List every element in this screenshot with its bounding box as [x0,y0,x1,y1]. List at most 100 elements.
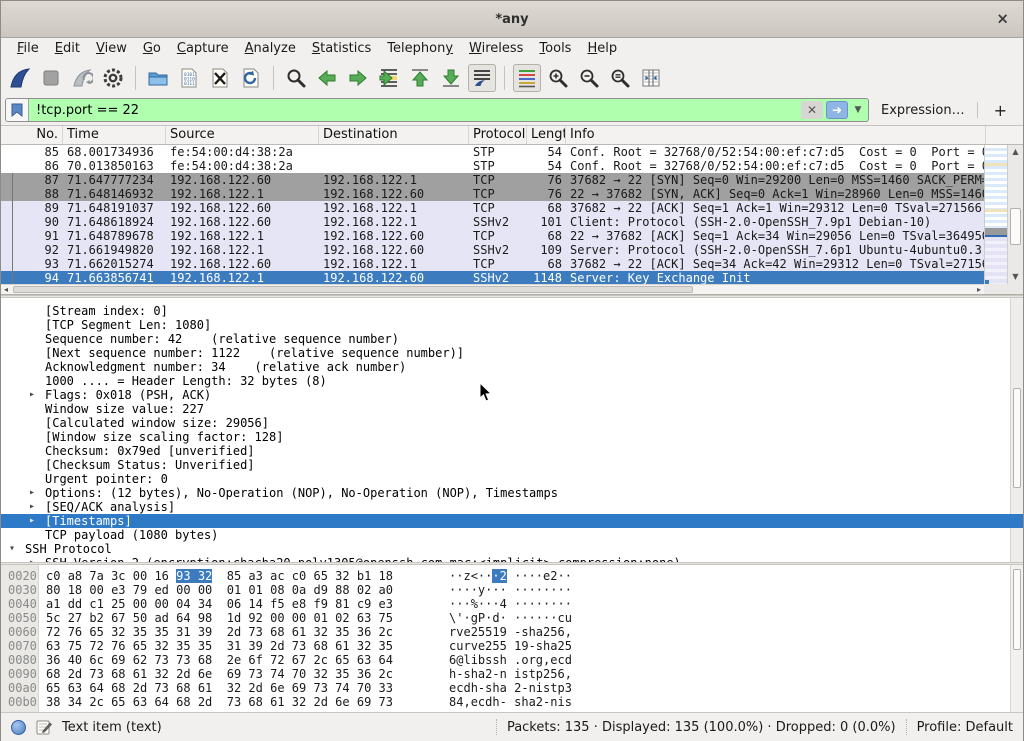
resize-columns-button[interactable] [637,64,665,92]
go-to-packet-button[interactable] [375,64,403,92]
auto-scroll-button[interactable] [468,64,496,92]
detail-line[interactable]: Sequence number: 42 (relative sequence n… [1,332,1023,346]
capture-comment-icon[interactable] [36,719,52,735]
scroll-down-icon[interactable]: ▼ [1008,271,1023,283]
profile-text[interactable]: Profile: Default [917,720,1013,735]
detail-line[interactable]: ▸Flags: 0x018 (PSH, ACK) [1,388,1023,402]
scroll-up-icon[interactable]: ▲ [1008,146,1023,158]
column-header-length[interactable]: Length [527,126,566,144]
packet-row-90[interactable]: 9071.648618924192.168.122.60192.168.122.… [1,215,1023,229]
expand-icon[interactable]: ▸ [29,556,35,562]
hex-row-0040[interactable]: 0040a1 dd c1 25 00 00 04 34 06 14 f5 e8 … [1,597,1023,611]
expand-icon[interactable]: ▸ [29,514,35,528]
add-filter-button[interactable]: + [986,101,1017,120]
filter-clear-button[interactable]: ✕ [801,101,823,119]
hex-vertical-scrollbar[interactable] [1010,565,1023,712]
packet-row-89[interactable]: 8971.648191037192.168.122.60192.168.122.… [1,201,1023,215]
packet-row-88[interactable]: 8871.648146932192.168.122.1192.168.122.6… [1,187,1023,201]
go-forward-button[interactable] [344,64,372,92]
detail-line[interactable]: [Checksum Status: Unverified] [1,458,1023,472]
reload-file-button[interactable] [237,64,265,92]
scroll-left-icon[interactable]: ◂ [1,285,11,294]
menu-go[interactable]: Go [135,39,169,58]
colorize-button[interactable] [513,64,541,92]
menu-telephony[interactable]: Telephony [379,39,461,58]
zoom-out-button[interactable] [575,64,603,92]
filter-bookmark-button[interactable] [6,99,29,121]
hex-row-0090[interactable]: 009068 2d 73 68 61 32 2d 6e 69 73 74 70 … [1,667,1023,681]
packet-row-94[interactable]: 9471.663856741192.168.122.1192.168.122.6… [1,271,1023,285]
packet-list-vertical-scrollbar[interactable]: ▲ ▼ [1007,145,1023,284]
display-filter-input[interactable]: !tcp.port == 22 ✕ ➜ ▼ [5,98,869,122]
menu-file[interactable]: File [9,39,47,58]
menu-edit[interactable]: Edit [47,39,88,58]
scrollbar-thumb[interactable] [1010,208,1021,246]
close-window-icon[interactable]: × [996,12,1009,27]
collapse-icon[interactable]: ▾ [9,542,15,556]
column-header-info[interactable]: Info [566,126,986,144]
menu-statistics[interactable]: Statistics [304,39,379,58]
menu-analyze[interactable]: Analyze [237,39,304,58]
expression-button[interactable]: Expression… [877,103,969,118]
detail-line[interactable]: [Calculated window size: 29056] [1,416,1023,430]
filter-text[interactable]: !tcp.port == 22 [29,103,801,118]
hex-row-0070[interactable]: 007063 75 72 76 65 32 35 35 31 39 2d 73 … [1,639,1023,653]
detail-line[interactable]: [Window size scaling factor: 128] [1,430,1023,444]
menu-tools[interactable]: Tools [531,39,579,58]
go-first-button[interactable] [406,64,434,92]
restart-capture-button[interactable] [68,64,96,92]
menu-wireless[interactable]: Wireless [461,39,531,58]
packet-row-87[interactable]: 8771.647777234192.168.122.60192.168.122.… [1,173,1023,187]
scrollbar-thumb[interactable] [1013,569,1021,650]
packet-list-horizontal-scrollbar[interactable]: ◂ ▸ [1,284,984,294]
expand-icon[interactable]: ▸ [29,388,35,402]
zoom-reset-button[interactable] [606,64,634,92]
detail-line[interactable]: [Stream index: 0] [1,304,1023,318]
packet-row-91[interactable]: 9171.648789678192.168.122.1192.168.122.6… [1,229,1023,243]
column-header-no[interactable]: No. [1,126,63,144]
open-file-button[interactable] [144,64,172,92]
go-last-button[interactable] [437,64,465,92]
hex-row-00b0[interactable]: 00b038 34 2c 65 63 64 68 2d 73 68 61 32 … [1,695,1023,709]
capture-options-button[interactable] [99,64,127,92]
detail-line[interactable]: ▸SSH Version 2 (encryption:chacha20-poly… [1,556,1023,562]
detail-line[interactable]: Urgent pointer: 0 [1,472,1023,486]
column-header-time[interactable]: Time [63,126,166,144]
expand-icon[interactable]: ▸ [29,486,35,500]
packet-list-minimap[interactable] [984,145,1007,284]
hex-row-0060[interactable]: 006072 76 65 32 35 35 31 39 2d 73 68 61 … [1,625,1023,639]
hex-row-00a0[interactable]: 00a065 63 64 68 2d 73 68 61 32 2d 6e 69 … [1,681,1023,695]
stop-capture-button[interactable] [37,64,65,92]
packet-row-85[interactable]: 8568.001734936fe:54:00:d4:38:2aSTP54Conf… [1,145,1023,159]
filter-apply-button[interactable]: ➜ [826,101,848,119]
detail-line[interactable]: ▸Options: (12 bytes), No-Operation (NOP)… [1,486,1023,500]
detail-line[interactable]: ▸[Timestamps] [1,514,1023,528]
expert-info-icon[interactable] [11,720,26,735]
detail-line[interactable]: [TCP Segment Len: 1080] [1,318,1023,332]
hex-row-0030[interactable]: 003080 18 00 e3 79 ed 00 00 01 01 08 0a … [1,583,1023,597]
go-back-button[interactable] [313,64,341,92]
hex-row-0050[interactable]: 00505c 27 b2 67 50 ad 64 98 1d 92 00 00 … [1,611,1023,625]
packet-row-93[interactable]: 9371.662015274192.168.122.60192.168.122.… [1,257,1023,271]
packet-row-92[interactable]: 9271.661949820192.168.122.1192.168.122.6… [1,243,1023,257]
save-file-button[interactable]: 010101100111 [175,64,203,92]
detail-line[interactable]: [Next sequence number: 1122 (relative se… [1,346,1023,360]
column-header-source[interactable]: Source [166,126,319,144]
menu-view[interactable]: View [88,39,135,58]
detail-line[interactable]: Checksum: 0x79ed [unverified] [1,444,1023,458]
close-file-button[interactable] [206,64,234,92]
menu-capture[interactable]: Capture [169,39,237,58]
column-header-protocol[interactable]: Protocol [469,126,527,144]
detail-line[interactable]: TCP payload (1080 bytes) [1,528,1023,542]
hex-row-0080[interactable]: 008036 40 6c 69 62 73 73 68 2e 6f 72 67 … [1,653,1023,667]
detail-line[interactable]: ▾SSH Protocol [1,542,1023,556]
detail-line[interactable]: Window size value: 227 [1,402,1023,416]
scrollbar-thumb[interactable] [13,286,693,293]
zoom-in-button[interactable] [544,64,572,92]
start-capture-button[interactable] [6,64,34,92]
detail-line[interactable]: 1000 .... = Header Length: 32 bytes (8) [1,374,1023,388]
hex-row-0020[interactable]: 0020c0 a8 7a 3c 00 16 93 32 85 a3 ac c0 … [1,569,1023,583]
menu-help[interactable]: Help [579,39,625,58]
scroll-right-icon[interactable]: ▸ [974,285,984,294]
expand-icon[interactable]: ▸ [29,500,35,514]
